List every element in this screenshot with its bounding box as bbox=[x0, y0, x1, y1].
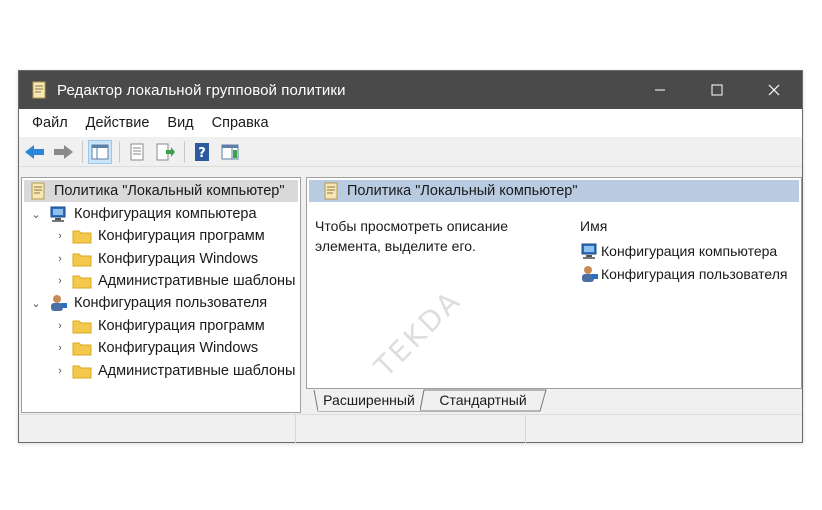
details-description: Чтобы просмотреть описание элемента, выд… bbox=[315, 218, 509, 254]
tree-item-label: Конфигурация компьютера bbox=[74, 206, 257, 222]
view-tabs: Расширенный Стандартный bbox=[306, 389, 802, 413]
column-header-name[interactable]: Имя bbox=[580, 218, 607, 234]
tree-item-computer-config[interactable]: ⌄ Конфигурация компьютера bbox=[30, 203, 257, 225]
maximize-icon bbox=[711, 84, 722, 96]
back-button[interactable] bbox=[23, 140, 47, 164]
tree-item-label: Конфигурация программ bbox=[98, 228, 265, 244]
folder-icon bbox=[72, 227, 92, 245]
chevron-down-icon[interactable]: ⌄ bbox=[30, 297, 42, 310]
tree-root-local-policy[interactable]: Политика "Локальный компьютер" bbox=[24, 180, 298, 202]
minimize-icon bbox=[654, 89, 665, 91]
menu-bar: Файл Действие Вид Справка bbox=[19, 109, 802, 137]
help-icon: ? bbox=[195, 142, 209, 161]
maximize-button[interactable] bbox=[688, 71, 745, 109]
toolbar-separator bbox=[119, 140, 120, 163]
window-title: Редактор локальной групповой политики bbox=[57, 81, 346, 99]
toolbar-separator bbox=[184, 140, 185, 163]
chevron-right-icon[interactable]: › bbox=[54, 320, 66, 332]
details-item-label: Конфигурация пользователя bbox=[601, 266, 788, 282]
minimize-button[interactable] bbox=[631, 71, 688, 109]
details-header: Политика "Локальный компьютер" bbox=[309, 180, 799, 202]
computer-icon bbox=[48, 205, 68, 223]
title-bar[interactable]: Редактор локальной групповой политики bbox=[19, 71, 802, 109]
chevron-right-icon[interactable]: › bbox=[54, 365, 66, 377]
computer-icon bbox=[579, 242, 599, 260]
chevron-right-icon[interactable]: › bbox=[54, 230, 66, 242]
chevron-right-icon[interactable]: › bbox=[54, 342, 66, 354]
close-icon bbox=[768, 84, 779, 96]
tree-item-label: Административные шаблоны bbox=[98, 273, 296, 289]
show-hide-tree-button[interactable] bbox=[88, 139, 112, 164]
folder-icon bbox=[72, 317, 92, 335]
tab-standard[interactable]: Стандартный bbox=[426, 389, 540, 411]
gpedit-window: Редактор локальной групповой политики Фа… bbox=[18, 70, 803, 443]
status-cell bbox=[19, 415, 296, 443]
tree-item-admin-templates[interactable]: › Административные шаблоны bbox=[54, 270, 295, 292]
tree-item-user-windows-settings[interactable]: › Конфигурация Windows bbox=[54, 337, 258, 359]
folder-icon bbox=[72, 362, 92, 380]
folder-icon bbox=[72, 339, 92, 357]
chevron-down-icon[interactable]: ⌄ bbox=[30, 208, 42, 221]
details-item-label: Конфигурация компьютера bbox=[601, 243, 778, 259]
window-controls bbox=[631, 71, 802, 109]
show-action-pane-button[interactable] bbox=[218, 140, 242, 164]
tree-item-user-software-settings[interactable]: › Конфигурация программ bbox=[54, 315, 265, 337]
folder-icon bbox=[72, 272, 92, 290]
toolbar: ? bbox=[19, 137, 802, 167]
status-bar bbox=[19, 414, 802, 443]
tree-item-user-config[interactable]: ⌄ Конфигурация пользователя bbox=[30, 292, 267, 314]
properties-button[interactable] bbox=[125, 140, 149, 164]
svg-text:?: ? bbox=[198, 146, 206, 161]
gpedit-app-icon bbox=[29, 80, 49, 100]
back-arrow-icon bbox=[25, 144, 44, 159]
chevron-right-icon[interactable]: › bbox=[54, 275, 66, 287]
export-list-button[interactable] bbox=[153, 140, 177, 164]
menu-help[interactable]: Справка bbox=[203, 109, 278, 137]
tree-item-label: Конфигурация пользователя bbox=[74, 295, 268, 311]
user-config-icon bbox=[48, 294, 68, 312]
action-pane-icon bbox=[221, 144, 239, 159]
menu-action[interactable]: Действие bbox=[77, 109, 159, 137]
tree-root-label: Политика "Локальный компьютер" bbox=[54, 183, 285, 199]
console-tree: Политика "Локальный компьютер" ⌄ Конфигу… bbox=[21, 177, 301, 413]
tree-item-software-settings[interactable]: › Конфигурация программ bbox=[54, 225, 265, 247]
forward-button[interactable] bbox=[51, 140, 75, 164]
policy-scroll-icon bbox=[28, 182, 48, 200]
properties-icon bbox=[130, 143, 144, 160]
forward-arrow-icon bbox=[54, 144, 73, 159]
menu-view[interactable]: Вид bbox=[158, 109, 202, 137]
console-tree-icon bbox=[91, 144, 109, 159]
tab-extended[interactable]: Расширенный bbox=[318, 389, 420, 411]
help-button[interactable]: ? bbox=[190, 140, 214, 164]
tree-item-user-admin-templates[interactable]: › Административные шаблоны bbox=[54, 360, 295, 382]
details-item-user-config[interactable]: Конфигурация пользователя bbox=[579, 265, 788, 283]
close-button[interactable] bbox=[745, 71, 802, 109]
toolbar-separator bbox=[82, 140, 83, 163]
tree-item-label: Конфигурация Windows bbox=[98, 340, 259, 356]
folder-icon bbox=[72, 250, 92, 268]
policy-scroll-icon bbox=[321, 182, 341, 200]
details-item-computer-config[interactable]: Конфигурация компьютера bbox=[579, 242, 777, 260]
status-cell bbox=[296, 415, 526, 443]
user-config-icon bbox=[579, 265, 599, 283]
tree-item-label: Конфигурация Windows bbox=[98, 251, 259, 267]
chevron-right-icon[interactable]: › bbox=[54, 253, 66, 265]
tree-item-label: Административные шаблоны bbox=[98, 363, 296, 379]
menu-file[interactable]: Файл bbox=[23, 109, 77, 137]
tree-item-windows-settings[interactable]: › Конфигурация Windows bbox=[54, 248, 258, 270]
export-list-icon bbox=[156, 143, 175, 160]
tree-item-label: Конфигурация программ bbox=[98, 318, 265, 334]
details-header-title: Политика "Локальный компьютер" bbox=[347, 183, 578, 199]
